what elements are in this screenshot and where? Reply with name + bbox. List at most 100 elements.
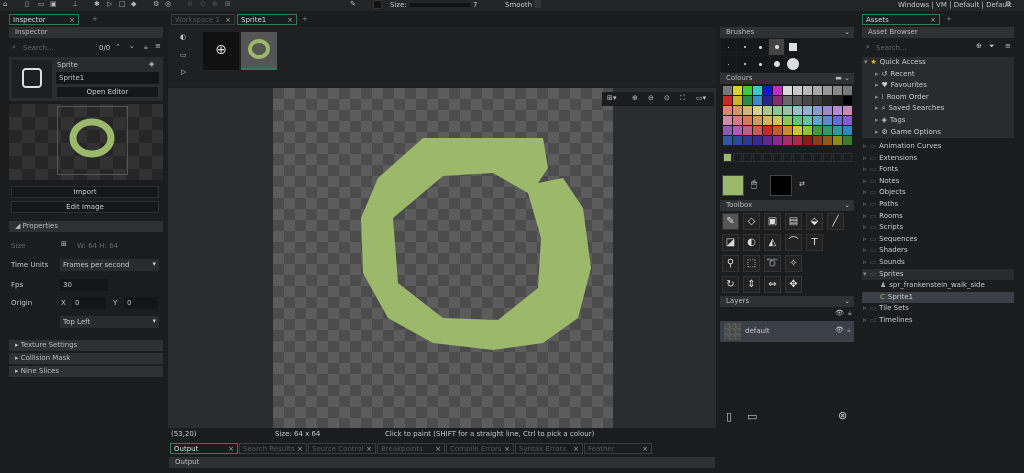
custom-swatch[interactable] bbox=[733, 153, 742, 162]
custom-swatch[interactable] bbox=[833, 153, 842, 162]
brush-option[interactable] bbox=[721, 39, 736, 55]
close-icon[interactable]: × bbox=[225, 15, 231, 26]
new-file-icon[interactable]: ▯ bbox=[25, 0, 29, 8]
chevron-down-icon[interactable]: ⌄ bbox=[129, 42, 135, 50]
play-icon[interactable]: ▷ bbox=[181, 68, 186, 76]
menu-icon[interactable]: ≡ bbox=[1005, 42, 1011, 50]
colours-header[interactable]: Colours ▬ ⌄ bbox=[720, 73, 854, 84]
palette-swatch[interactable] bbox=[733, 116, 742, 125]
expand-arrow-icon[interactable]: ▸ bbox=[875, 116, 879, 124]
expand-arrow-icon[interactable]: ▹ bbox=[863, 142, 867, 150]
palette-swatch[interactable] bbox=[753, 116, 762, 125]
debug-icon[interactable]: ✱ bbox=[94, 0, 100, 8]
zoom-out-icon[interactable]: ⊖ bbox=[187, 0, 193, 8]
palette-swatch[interactable] bbox=[723, 116, 732, 125]
palette-swatch[interactable] bbox=[753, 126, 762, 135]
pencil-tool-icon[interactable]: ✎ bbox=[722, 213, 739, 230]
folder-shaders[interactable]: ▹ ▭ Shaders bbox=[863, 245, 908, 256]
palette-swatch[interactable] bbox=[743, 136, 752, 145]
open-folder-icon[interactable]: ▭ bbox=[38, 0, 45, 8]
custom-swatch[interactable] bbox=[723, 153, 732, 162]
custom-swatch[interactable] bbox=[773, 153, 782, 162]
palette-swatch[interactable] bbox=[723, 96, 732, 105]
brush-option[interactable] bbox=[769, 56, 784, 72]
brush-option[interactable] bbox=[721, 56, 736, 72]
gear-icon[interactable]: ⚙ bbox=[1005, 0, 1011, 8]
palette-swatch[interactable] bbox=[723, 126, 732, 135]
palette-swatch[interactable] bbox=[773, 106, 782, 115]
palette-swatch[interactable] bbox=[773, 126, 782, 135]
tab-workspace-1[interactable]: Workspace 1 × bbox=[171, 14, 235, 25]
zoom-in-icon[interactable]: ⊕ bbox=[212, 0, 218, 8]
close-icon[interactable]: × bbox=[504, 444, 510, 455]
palette-swatch[interactable] bbox=[793, 86, 802, 95]
brush-option[interactable] bbox=[769, 39, 784, 55]
palette-swatch[interactable] bbox=[813, 126, 822, 135]
tab-assets[interactable]: Assets × bbox=[862, 14, 940, 25]
custom-swatch[interactable] bbox=[843, 153, 852, 162]
quick-access-2[interactable]: ▸ ⁞ Room Order bbox=[875, 92, 929, 103]
palette-swatch[interactable] bbox=[733, 126, 742, 135]
folder-sequences[interactable]: ▹ ▭ Sequences bbox=[863, 234, 917, 245]
move-tool-icon[interactable]: ✥ bbox=[785, 276, 802, 293]
game-options-icon[interactable]: ◎ bbox=[165, 0, 171, 8]
palette-swatch[interactable] bbox=[783, 136, 792, 145]
lock-icon[interactable]: 🔒︎ bbox=[144, 43, 148, 52]
flip-vertical-tool-icon[interactable]: ⇕ bbox=[743, 276, 760, 293]
sprite-item-selected[interactable]: C Sprite1 bbox=[880, 292, 913, 303]
new-layer-folder-icon[interactable]: ▭ bbox=[747, 410, 757, 423]
close-icon[interactable]: × bbox=[435, 444, 441, 455]
palette-swatch[interactable] bbox=[833, 116, 842, 125]
quick-access-5[interactable]: ▸ ⚙ Game Options bbox=[875, 127, 941, 138]
palette-swatch[interactable] bbox=[783, 106, 792, 115]
palette-swatch[interactable] bbox=[753, 86, 762, 95]
lock-icon[interactable]: 🔒︎ bbox=[847, 326, 851, 335]
add-tab-button[interactable]: + bbox=[302, 15, 308, 23]
rectangle-tool-icon[interactable]: ◪ bbox=[722, 234, 739, 251]
polygon-tool-icon[interactable]: ◭ bbox=[764, 234, 781, 251]
flip-horizontal-tool-icon[interactable]: ⇔ bbox=[764, 276, 781, 293]
palette-swatch[interactable] bbox=[783, 126, 792, 135]
brush-option[interactable] bbox=[753, 39, 768, 55]
gamepad-icon[interactable]: ⊞ bbox=[225, 0, 231, 8]
ellipse-tool-icon[interactable]: ◐ bbox=[743, 234, 760, 251]
zoom-reset-icon[interactable]: ⊙ bbox=[200, 0, 206, 8]
palette-swatch[interactable] bbox=[793, 126, 802, 135]
expand-arrow-icon[interactable]: ▹ bbox=[863, 246, 867, 254]
folder-paths[interactable]: ▹ ▭ Paths bbox=[863, 199, 898, 210]
sprite-item[interactable]: ♟ spr_frankenstein_walk_side bbox=[880, 280, 985, 291]
tab-output-0[interactable]: Output × bbox=[170, 443, 238, 454]
run-icon[interactable]: ▷ bbox=[107, 0, 112, 8]
palette-swatch[interactable] bbox=[793, 96, 802, 105]
texture-settings-section[interactable]: ▸ Texture Settings bbox=[9, 340, 163, 351]
expand-arrow-icon[interactable]: ▹ bbox=[863, 212, 867, 220]
eye-icon[interactable]: 👁︎ bbox=[835, 326, 844, 334]
custom-swatch[interactable] bbox=[783, 153, 792, 162]
add-frame-button[interactable]: ⊕ bbox=[203, 32, 239, 70]
quick-access-3[interactable]: ▸ ⌕ Saved Searches bbox=[875, 103, 944, 114]
background-icon[interactable]: ▭▾ bbox=[696, 94, 706, 102]
tab-output-6[interactable]: Feather Messages× bbox=[584, 443, 652, 464]
close-icon[interactable]: × bbox=[287, 15, 293, 26]
primary-colour[interactable] bbox=[722, 175, 744, 196]
new-layer-icon[interactable]: ▯ bbox=[726, 410, 732, 423]
quick-access-0[interactable]: ▸ ↺ Recent bbox=[875, 69, 915, 80]
palette-swatch[interactable] bbox=[743, 116, 752, 125]
expand-arrow-icon[interactable]: ▸ bbox=[875, 128, 879, 136]
eyedropper-tool-icon[interactable]: ⚲ bbox=[722, 255, 739, 272]
collision-mask-section[interactable]: ▸ Collision Mask bbox=[9, 353, 163, 364]
grid-icon[interactable]: ⊞▾ bbox=[607, 94, 616, 102]
asset-search-input[interactable]: Search... bbox=[876, 44, 907, 52]
palette-swatch[interactable] bbox=[743, 126, 752, 135]
palette-swatch[interactable] bbox=[843, 106, 852, 115]
expand-arrow-icon[interactable]: ▹ bbox=[863, 200, 867, 208]
package-icon[interactable]: ◆ bbox=[131, 0, 136, 8]
close-icon[interactable]: × bbox=[642, 444, 648, 455]
palette-swatch[interactable] bbox=[773, 86, 782, 95]
magic-wand-tool-icon[interactable]: ✧ bbox=[785, 255, 802, 272]
layers-header[interactable]: Layers ⌄ bbox=[720, 296, 854, 307]
frame-thumbnail[interactable] bbox=[241, 32, 277, 70]
palette-swatch[interactable] bbox=[813, 106, 822, 115]
palette-swatch[interactable] bbox=[813, 136, 822, 145]
palette-swatch[interactable] bbox=[833, 86, 842, 95]
